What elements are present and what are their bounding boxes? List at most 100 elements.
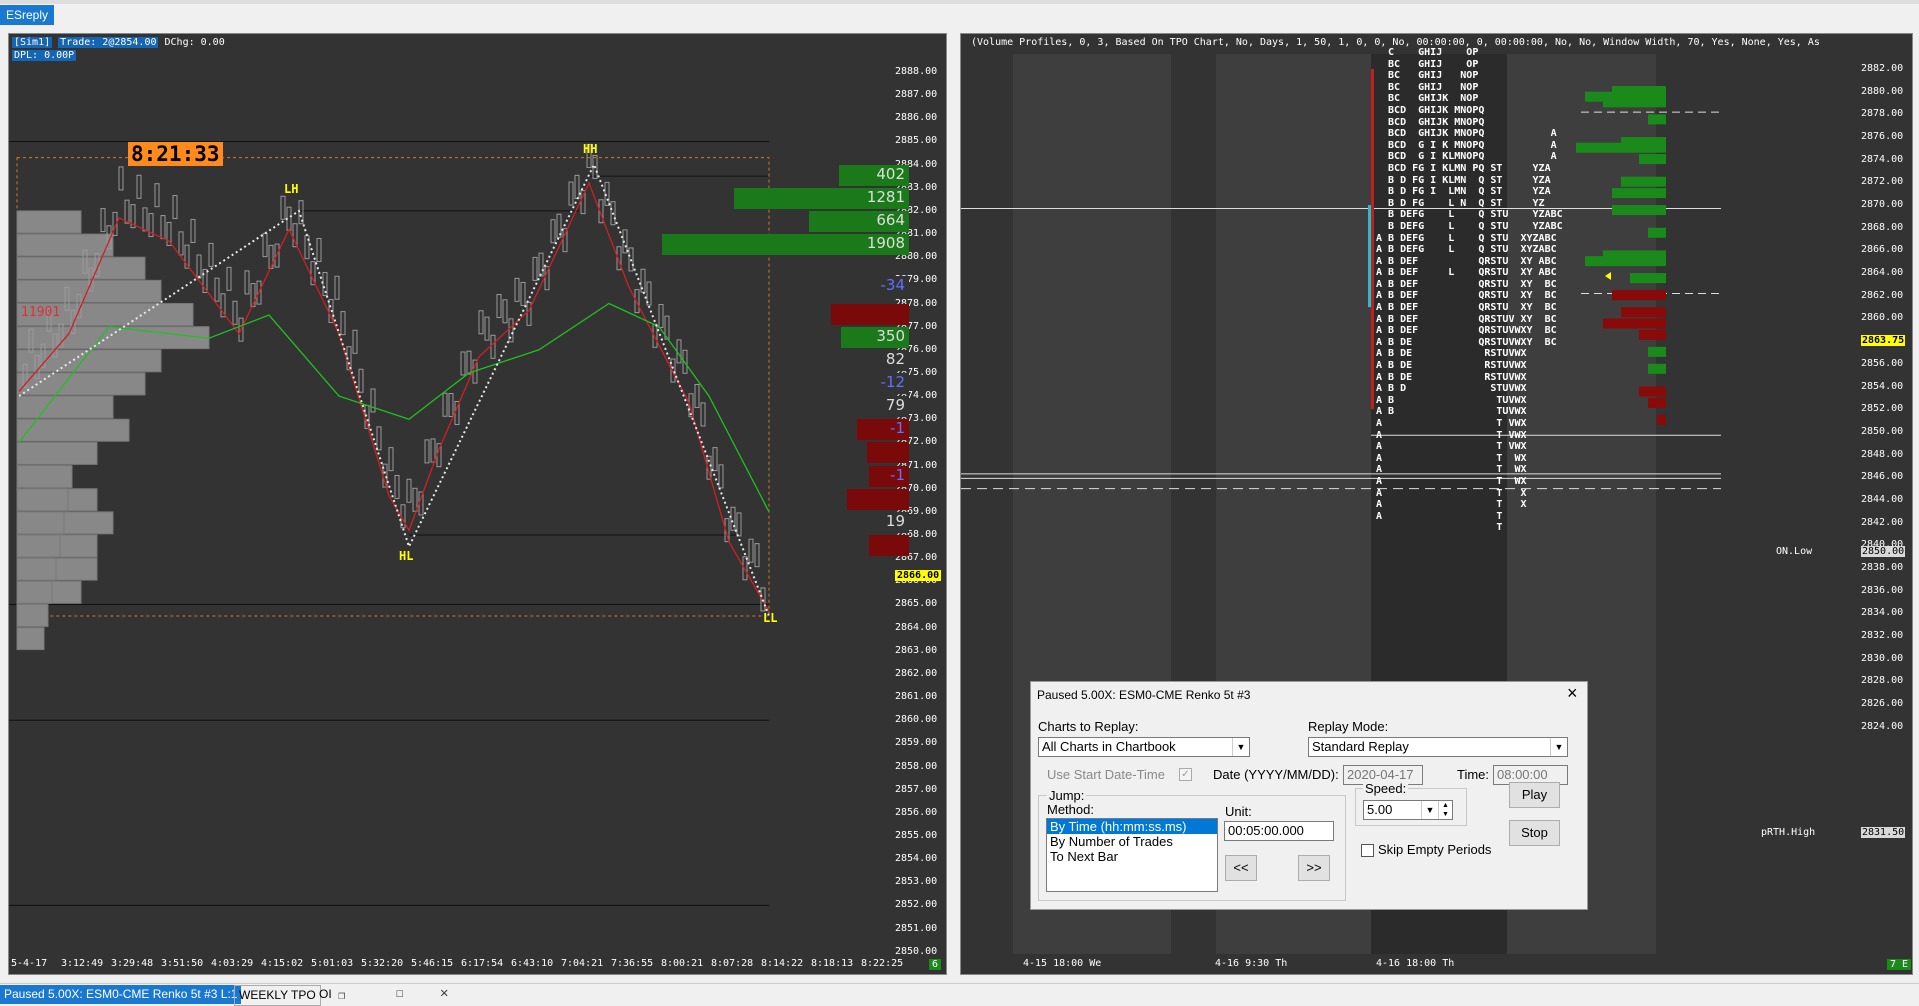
- volume-bar: [1576, 142, 1666, 153]
- method-option[interactable]: By Time (hh:mm:ss.ms): [1047, 819, 1217, 834]
- renko-brick: [526, 301, 532, 326]
- price-tick: 2858.00: [895, 760, 938, 772]
- chevron-down-icon: ▼: [1421, 801, 1438, 819]
- delta-box: 664: [809, 210, 909, 232]
- delta-box: -12: [861, 372, 909, 394]
- app-tab[interactable]: ESreply: [0, 5, 55, 25]
- close-icon[interactable]: ×: [1567, 683, 1578, 704]
- tpo-row: B DEFG L Q STU YZABC: [1376, 220, 1563, 232]
- chart2-corner-badge: 7 E: [1887, 959, 1912, 970]
- renko-brick: [172, 195, 178, 220]
- time-tick: 8:07:28: [711, 958, 754, 969]
- volume-profile-bar: [16, 256, 146, 280]
- renko-chart-canvas: [9, 140, 770, 906]
- on-low-label: ON.Low: [1776, 546, 1813, 557]
- tpo-row: A B DEF QRSTUV XY BC: [1376, 313, 1557, 325]
- renko-brick: [460, 351, 466, 376]
- status-oi-tab[interactable]: OI: [316, 985, 335, 1004]
- jump-back-button[interactable]: <<: [1225, 855, 1257, 881]
- status-chart-tab[interactable]: Paused 5.00X: ESM0-CME Renko 5t #3 L:1: [0, 985, 242, 1004]
- volume-bar: [1657, 414, 1666, 425]
- volume-bar: [1648, 346, 1666, 357]
- close-window-icon[interactable]: ✕: [440, 985, 448, 1001]
- status-weekly-tpo-tab[interactable]: WEEKLY TPO: [234, 985, 321, 1006]
- renko-brick: [442, 392, 448, 417]
- renko-chart[interactable]: [Sim1] Trade: 2@2854.00 DChg: 0.00 DPL: …: [8, 33, 947, 975]
- price-tick: 2859.00: [895, 737, 938, 749]
- tpo-row: A T WX: [1376, 475, 1527, 487]
- initial-balance-bar: [1368, 205, 1371, 308]
- renko-brick: [178, 231, 184, 256]
- volume-profile-bar: [16, 580, 53, 604]
- prth-high-label: pRTH.High: [1761, 827, 1816, 838]
- volume-profile-bar: [16, 395, 114, 419]
- jump-forward-button[interactable]: >>: [1298, 855, 1330, 881]
- tpo-row: A B TUVWX: [1376, 406, 1527, 418]
- chevron-down-icon: ▼: [1550, 738, 1567, 756]
- renko-brick: [358, 368, 364, 393]
- renko-brick: [748, 538, 754, 563]
- volume-profile-bar: [16, 557, 57, 581]
- skip-empty-checkbox[interactable]: [1361, 844, 1374, 857]
- time-tick: 5:32:20: [361, 958, 404, 969]
- chevron-down-icon: ▼: [1232, 738, 1249, 756]
- renko-brick: [520, 281, 526, 306]
- price-tick: 2862.00: [895, 667, 938, 679]
- time-tick: 4:03:29: [211, 958, 254, 969]
- replay-mode-value: Standard Replay: [1312, 739, 1409, 754]
- delta-box: 1908: [662, 234, 909, 256]
- renko-brick: [142, 207, 148, 232]
- price-tick: 2834.00: [1861, 607, 1904, 619]
- renko-brick: [280, 195, 286, 220]
- method-option[interactable]: By Number of Trades: [1047, 834, 1217, 849]
- price-tick: 2844.00: [1861, 493, 1904, 505]
- renko-brick: [214, 277, 220, 302]
- delta-box: 1281: [734, 187, 909, 209]
- price-tick: 2824.00: [1861, 720, 1904, 732]
- stop-button[interactable]: Stop: [1509, 820, 1560, 846]
- price-tick: 2832.00: [1861, 630, 1904, 641]
- play-button[interactable]: Play: [1509, 782, 1560, 808]
- renko-brick: [208, 242, 214, 267]
- swing-label-hh: HH: [583, 142, 598, 156]
- speed-select[interactable]: 5.00 ▼ ▲ ▼: [1363, 800, 1453, 820]
- volume-bar: [1639, 154, 1666, 165]
- renko-brick: [232, 300, 238, 325]
- charts-to-replay-select[interactable]: All Charts in Chartbook ▼: [1038, 737, 1250, 757]
- price-tick: 2866.00: [1861, 244, 1904, 256]
- delta-box: [847, 488, 909, 510]
- tpo-row: A T WX: [1376, 452, 1527, 464]
- tpo-row: A B DEF QRSTU XY BC: [1376, 278, 1557, 290]
- tpo-row: A B DE RSTUVWX: [1376, 348, 1527, 360]
- delta-box: -34: [869, 275, 909, 297]
- delta-box: [867, 442, 909, 464]
- delta-box: 19: [874, 511, 909, 533]
- renko-brick: [352, 329, 358, 354]
- maximize-icon[interactable]: ☐: [396, 986, 404, 1001]
- spin-icon[interactable]: ▲ ▼: [1438, 801, 1452, 819]
- price-tick: 2880.00: [1861, 85, 1904, 97]
- volume-bar: [1630, 273, 1666, 284]
- replay-mode-select[interactable]: Standard Replay ▼: [1308, 737, 1568, 757]
- chart1-corner-badge: 6: [929, 959, 942, 970]
- price-tick: 2874.00: [1861, 153, 1904, 165]
- unit-field[interactable]: 00:05:00.000: [1224, 821, 1334, 841]
- use-start-datetime-checkbox[interactable]: ✓: [1179, 768, 1192, 781]
- method-option[interactable]: To Next Bar: [1047, 849, 1217, 864]
- tpo-row: B DEFG L Q STU YZABC: [1376, 209, 1563, 221]
- price-tick: 2851.00: [895, 922, 938, 934]
- tpo-row: A T WX: [1376, 464, 1527, 476]
- time-tick: 3:51:50: [161, 958, 204, 969]
- time-tick: 6:43:10: [511, 958, 554, 969]
- method-list[interactable]: By Time (hh:mm:ss.ms) By Number of Trade…: [1046, 818, 1218, 892]
- renko-brick: [712, 447, 718, 472]
- tpo-row: A B DEF QRSTU XY BC: [1376, 302, 1557, 314]
- restore-icon[interactable]: ❐: [338, 988, 345, 1002]
- renko-brick: [478, 310, 484, 335]
- renko-brick: [568, 181, 574, 206]
- tpo-row: A B DE RSTUVWX: [1376, 360, 1527, 372]
- tpo-row: BC GHIJ OP: [1376, 58, 1479, 70]
- volume-bar: [1648, 114, 1666, 125]
- time-label: Time:: [1457, 767, 1490, 782]
- time-tick: 8:14:22: [761, 958, 804, 969]
